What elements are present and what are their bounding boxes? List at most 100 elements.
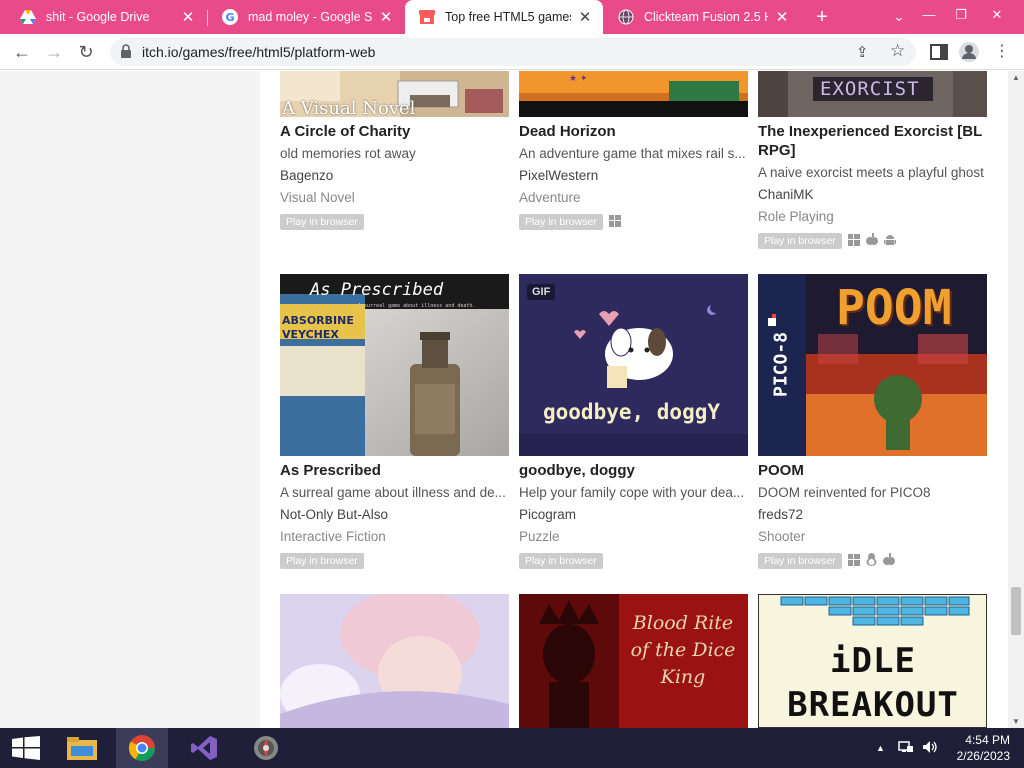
file-explorer-icon[interactable] [56,728,108,768]
game-description: A naive exorcist meets a playful ghost [758,165,984,180]
thumbnail-text: As Prescribed [310,280,444,300]
game-title[interactable]: Dead Horizon [519,122,748,141]
close-icon[interactable]: ✕ [378,8,394,26]
game-genre[interactable]: Interactive Fiction [280,529,386,544]
platform-row: Play in browser [280,553,364,569]
visual-studio-icon[interactable] [178,728,230,768]
game-title[interactable]: As Prescribed [280,461,509,480]
system-clock[interactable]: 4:54 PM 2/26/2023 [957,732,1010,764]
game-author[interactable]: freds72 [758,507,803,522]
clock-time: 4:54 PM [965,733,1010,747]
game-title[interactable]: A Circle of Charity [280,122,509,141]
apple-icon [865,233,878,249]
tab-itchio[interactable]: Top free HTML5 games f ✕ [405,0,603,34]
scroll-up-arrow-icon[interactable]: ▲ [1012,73,1020,82]
itchio-icon [419,9,435,25]
chevron-down-icon[interactable]: ⌄ [888,5,910,29]
profile-avatar-icon[interactable] [958,41,980,63]
address-bar[interactable]: itch.io/games/free/html5/platform-web ⇪ … [110,38,916,66]
play-in-browser-badge: Play in browser [519,214,603,230]
lock-icon[interactable] [120,44,132,58]
restore-button[interactable]: ❐ [946,0,976,30]
tab-title: Clickteam Fusion 2.5 HTM [644,10,768,24]
reload-icon[interactable]: ↻ [74,40,98,64]
tab-title: shit - Google Drive [46,10,150,24]
game-title[interactable]: goodbye, doggy [519,461,748,480]
platform-row: Play in browser [519,214,621,230]
game-thumbnail[interactable]: As Prescribed A surreal game about illne… [280,274,509,456]
scroll-down-arrow-icon[interactable]: ▼ [1012,717,1020,726]
thumbnail-text: Blood Rite of the Dice King [630,612,736,688]
windows-icon [608,214,621,230]
tab-google-drive[interactable]: shit - Google Drive ✕ [6,0,206,34]
scrollbar-thumb[interactable] [1011,587,1021,635]
close-icon[interactable]: ✕ [774,8,790,26]
browser-toolbar: ← → ↻ itch.io/games/free/html5/platform-… [0,34,1024,70]
game-thumbnail[interactable]: POOM PICO-8 [758,274,987,456]
thumbnail-subtext: A surreal game about illness and death. [358,303,476,309]
game-thumbnail[interactable]: A Visual Novel [280,71,509,117]
tab-google-search[interactable]: G mad moley - Google Sear ✕ [208,0,404,34]
game-genre[interactable]: Adventure [519,190,581,205]
minimize-button[interactable]: — [914,0,944,30]
platform-row: Play in browser [758,553,895,569]
game-thumbnail[interactable]: ★ ✦ [519,71,748,117]
menu-kebab-icon[interactable]: ⋮ [990,40,1014,64]
back-arrow-icon[interactable]: ← [10,40,34,64]
url-text[interactable]: itch.io/games/free/html5/platform-web [142,44,375,60]
game-author[interactable]: Picogram [519,507,576,522]
game-author[interactable]: Not-Only But-Also [280,507,388,522]
game-author[interactable]: PixelWestern [519,168,598,183]
play-in-browser-badge: Play in browser [519,553,603,569]
game-thumbnail[interactable]: GIF goodbye, doggY [519,274,748,456]
platform-row: Play in browser [758,233,896,249]
svg-text:★ ✦: ★ ✦ [569,74,588,84]
game-description: Help your family cope with your dea... [519,485,745,500]
game-title[interactable]: POOM [758,461,987,480]
game-description: A surreal game about illness and de... [280,485,506,500]
linux-icon [866,553,877,569]
play-in-browser-badge: Play in browser [758,553,842,569]
game-thumbnail[interactable]: Blood Rite of the Dice King [519,594,748,728]
close-icon[interactable]: ✕ [180,8,196,26]
game-genre[interactable]: Puzzle [519,529,560,544]
new-tab-button[interactable]: + [810,4,834,30]
game-genre[interactable]: Role Playing [758,209,834,224]
tab-clickteam[interactable]: Clickteam Fusion 2.5 HTM ✕ [604,0,800,34]
game-thumbnail[interactable] [280,594,509,728]
volume-icon[interactable] [922,740,938,757]
game-thumbnail[interactable]: iDLE BREAKOUT [758,594,987,728]
side-panel-icon[interactable] [928,41,950,63]
globe-icon [618,9,634,25]
google-drive-icon [20,9,36,25]
bookmark-star-icon[interactable]: ☆ [890,41,905,61]
play-in-browser-badge: Play in browser [280,214,364,230]
windows-start-icon[interactable] [0,728,52,768]
close-window-button[interactable]: ✕ [982,0,1012,30]
game-author[interactable]: ChaniMK [758,187,814,202]
game-title[interactable]: The Inexperienced Exorcist [BL RPG] [758,122,987,160]
tab-title: Top free HTML5 games f [445,10,571,24]
svg-text:G: G [225,11,234,24]
tab-title: mad moley - Google Sear [248,10,372,24]
game-thumbnail[interactable]: EXORCIST [758,71,987,117]
thumbnail-text: iDLE BREAKOUT [787,641,959,725]
tab-strip: shit - Google Drive ✕ G mad moley - Goog… [0,0,1024,34]
game-genre[interactable]: Shooter [758,529,805,544]
network-icon[interactable] [898,740,914,757]
google-icon: G [222,9,238,25]
android-icon [883,234,896,249]
chrome-icon[interactable] [116,728,168,768]
page-content: A Visual Novel A Circle of Charity old m… [0,71,1008,728]
game-genre[interactable]: Visual Novel [280,190,355,205]
game-description: DOOM reinvented for PICO8 [758,485,931,500]
share-icon[interactable]: ⇪ [856,43,869,61]
thumbnail-side-text: PICO-8 [770,331,792,398]
thumbnail-text: goodbye, doggY [543,400,721,424]
close-icon[interactable]: ✕ [577,8,593,26]
page-scrollbar[interactable]: ▲ ▼ [1008,71,1024,728]
tray-chevron-up-icon[interactable]: ▲ [876,743,885,753]
game-author[interactable]: Bagenzo [280,168,333,183]
forward-arrow-icon[interactable]: → [42,40,66,64]
clickteam-icon[interactable] [240,728,292,768]
